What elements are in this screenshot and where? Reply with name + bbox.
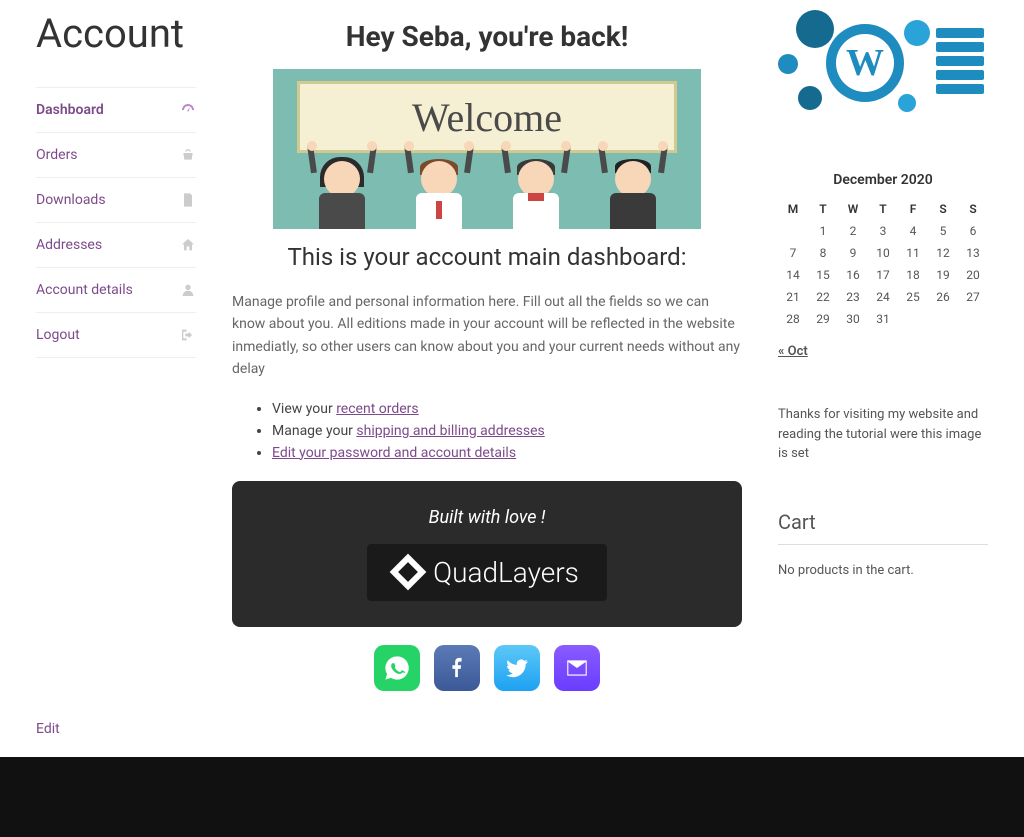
recent-orders-link[interactable]: recent orders [336,401,418,417]
calendar-day[interactable]: 20 [958,264,988,286]
calendar-day[interactable]: 26 [928,286,958,308]
welcome-heading: Hey Seba, you're back! [232,20,742,53]
cart-empty-text: No products in the cart. [778,563,988,578]
nav-addresses[interactable]: Addresses [36,223,196,268]
calendar-day[interactable]: 6 [958,220,988,242]
calendar-day[interactable]: 22 [808,286,838,308]
calendar-day[interactable]: 4 [898,220,928,242]
welcome-banner: Welcome [273,69,701,229]
calendar-day[interactable]: 15 [808,264,838,286]
calendar-day[interactable]: 16 [838,264,868,286]
calendar-header: W [838,198,868,220]
visit-text: Thanks for visiting my website and readi… [778,405,988,464]
calendar-header: M [778,198,808,220]
email-icon[interactable] [554,645,600,691]
dashboard-icon [180,102,196,118]
calendar-day[interactable]: 12 [928,242,958,264]
calendar-header: S [928,198,958,220]
calendar-header: F [898,198,928,220]
calendar-header: S [958,198,988,220]
twitter-icon[interactable] [494,645,540,691]
calendar-day[interactable]: 19 [928,264,958,286]
calendar-day[interactable]: 9 [838,242,868,264]
calendar-day[interactable]: 5 [928,220,958,242]
nav-logout[interactable]: Logout [36,313,196,358]
calendar-day[interactable]: 10 [868,242,898,264]
nav-label: Account details [36,282,133,298]
calendar-header: T [868,198,898,220]
calendar-caption: December 2020 [778,172,988,188]
calendar-widget: December 2020 MTWTFSS 123456789101112131… [778,172,988,359]
calendar-day [928,308,958,330]
calendar-day [898,308,928,330]
social-row [232,645,742,691]
nav-label: Orders [36,147,78,163]
calendar-day[interactable]: 28 [778,308,808,330]
home-icon [180,237,196,253]
calendar-day[interactable]: 13 [958,242,988,264]
dashboard-description: Manage profile and personal information … [232,291,742,381]
facebook-icon[interactable] [434,645,480,691]
quadlayers-logo: QuadLayers [367,544,607,601]
calendar-day[interactable]: 27 [958,286,988,308]
file-icon [180,192,196,208]
edit-account-link[interactable]: Edit your password and account details [272,445,516,461]
diamond-icon [390,554,427,591]
built-with-box: Built with love ! QuadLayers [232,481,742,627]
built-text: Built with love ! [258,507,716,528]
calendar-day[interactable]: 8 [808,242,838,264]
calendar-day[interactable]: 1 [808,220,838,242]
calendar-day[interactable]: 25 [898,286,928,308]
calendar-day[interactable]: 2 [838,220,868,242]
calendar-day[interactable]: 11 [898,242,928,264]
edit-link[interactable]: Edit [0,711,1024,757]
user-icon [180,282,196,298]
action-view-orders: View your recent orders [272,401,742,417]
action-list: View your recent orders Manage your ship… [232,401,742,461]
action-edit-account: Edit your password and account details [272,445,742,461]
nav-downloads[interactable]: Downloads [36,178,196,223]
basket-icon [180,147,196,163]
cart-divider [778,544,988,545]
dashboard-subheading: This is your account main dashboard: [232,243,742,271]
calendar-day[interactable]: 17 [868,264,898,286]
calendar-day[interactable]: 21 [778,286,808,308]
nav-label: Downloads [36,192,106,208]
calendar-day[interactable]: 7 [778,242,808,264]
calendar-day[interactable]: 29 [808,308,838,330]
calendar-day [958,308,988,330]
nav-dashboard[interactable]: Dashboard [36,87,196,133]
calendar-day[interactable]: 31 [868,308,898,330]
calendar-table: MTWTFSS 12345678910111213141516171819202… [778,198,988,330]
page-title: Account [36,10,196,57]
action-manage-addresses: Manage your shipping and billing address… [272,423,742,439]
nav-label: Addresses [36,237,102,253]
calendar-day[interactable]: 14 [778,264,808,286]
calendar-day[interactable]: 23 [838,286,868,308]
page-footer [0,757,1024,837]
addresses-link[interactable]: shipping and billing addresses [356,423,544,439]
calendar-day[interactable]: 30 [838,308,868,330]
whatsapp-icon[interactable] [374,645,420,691]
signout-icon [180,327,196,343]
nav-label: Dashboard [36,102,104,118]
account-nav: Dashboard Orders Downloads Addresses [36,87,196,358]
wordpress-gears-logo: W [778,10,984,122]
calendar-day[interactable]: 24 [868,286,898,308]
nav-account-details[interactable]: Account details [36,268,196,313]
calendar-day[interactable]: 18 [898,264,928,286]
welcome-sign-text: Welcome [297,81,677,153]
cart-heading: Cart [778,510,988,534]
calendar-day [778,220,808,242]
prev-month-link[interactable]: « Oct [778,344,808,359]
calendar-header: T [808,198,838,220]
calendar-day[interactable]: 3 [868,220,898,242]
nav-orders[interactable]: Orders [36,133,196,178]
brand-name: QuadLayers [433,556,579,589]
nav-label: Logout [36,327,80,343]
